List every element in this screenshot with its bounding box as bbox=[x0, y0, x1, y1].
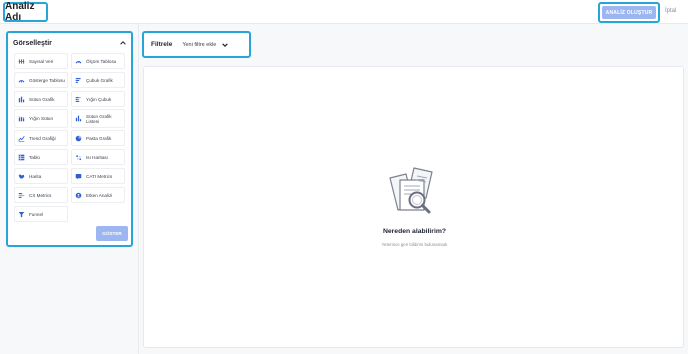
viz-item-driver-analysis[interactable]: Etken Analizi bbox=[71, 187, 125, 203]
dashboard-gauge-icon bbox=[18, 79, 25, 83]
viz-item-bar-chart[interactable]: Çubuk Grafik bbox=[71, 72, 125, 88]
viz-item-pie-chart[interactable]: Pasta Grafik bbox=[71, 130, 125, 146]
filter-label: Filtrele bbox=[151, 41, 173, 48]
create-analysis-button[interactable]: ANALİZ OLUŞTUR bbox=[602, 6, 656, 19]
filter-bar: Filtrele Yeni filtre ekle bbox=[142, 31, 251, 58]
documents-search-icon bbox=[389, 167, 433, 214]
driver-analysis-icon bbox=[75, 192, 82, 198]
viz-item-trend-chart[interactable]: Trend Grafiği bbox=[14, 130, 68, 146]
pie-chart-icon bbox=[75, 135, 82, 141]
viz-item-numeric[interactable]: Sayısal Veri bbox=[14, 53, 68, 69]
analysis-name: Analiz Adı bbox=[5, 1, 35, 23]
cx-icon bbox=[18, 192, 25, 198]
visualize-header[interactable]: Görselleştir bbox=[13, 38, 127, 48]
add-filter-dropdown[interactable]: Yeni filtre ekle bbox=[182, 41, 229, 49]
viz-item-column-list[interactable]: Sütun Grafik Listesi bbox=[71, 109, 125, 128]
stacked-column-icon bbox=[18, 116, 25, 122]
stacked-bar-icon bbox=[75, 96, 81, 102]
visualize-title: Görselleştir bbox=[13, 39, 52, 47]
cati-icon bbox=[75, 173, 82, 179]
show-button[interactable]: GÖSTER bbox=[96, 226, 128, 241]
viz-item-funnel[interactable]: Funnel bbox=[14, 206, 68, 222]
column-chart-icon bbox=[18, 96, 25, 102]
heatmap-icon bbox=[76, 154, 82, 160]
viz-item-stacked-column[interactable]: Yığın Sütun bbox=[14, 109, 68, 128]
empty-state-subtitle: Yeterince geri bildirim bulunamadı bbox=[381, 242, 448, 247]
trend-chart-icon bbox=[18, 135, 25, 142]
map-icon bbox=[18, 173, 25, 179]
viz-item-column-chart[interactable]: Sütun Grafik bbox=[14, 91, 68, 107]
viz-item-table[interactable]: Tablo bbox=[14, 149, 68, 165]
viz-item-stacked-bar[interactable]: Yığın Çubuk bbox=[71, 91, 125, 107]
viz-item-cx-metrics[interactable]: CX Metrics bbox=[14, 187, 68, 203]
visualization-grid: Sayısal Veri Ölçüm Tablosu Gösterge Tabl… bbox=[14, 53, 129, 225]
numeric-icon bbox=[18, 58, 25, 64]
viz-item-cati-metrics[interactable]: CATI Metrics bbox=[71, 168, 125, 184]
bar-chart-icon bbox=[75, 77, 81, 83]
viz-item-map[interactable]: Harita bbox=[14, 168, 68, 184]
chevron-down-icon bbox=[222, 42, 229, 47]
empty-state-title: Nereden alabilirim? bbox=[382, 228, 447, 235]
add-filter-label: Yeni filtre ekle bbox=[182, 41, 217, 48]
top-bar: Analiz Adı ANALİZ OLUŞTUR İptal bbox=[0, 0, 688, 24]
panel-divider bbox=[138, 24, 139, 354]
funnel-icon bbox=[18, 211, 25, 217]
chevron-up-icon[interactable] bbox=[119, 39, 127, 47]
table-icon bbox=[18, 154, 25, 160]
analysis-canvas: Nereden alabilirim? Yeterince geri bildi… bbox=[143, 66, 684, 348]
gauge-icon bbox=[75, 60, 82, 64]
viz-item-gauge-table[interactable]: Ölçüm Tablosu bbox=[71, 53, 125, 69]
viz-item-heatmap[interactable]: Isı Haritası bbox=[71, 149, 125, 165]
analysis-name-field[interactable]: Analiz Adı bbox=[3, 1, 48, 23]
viz-item-dashboard[interactable]: Gösterge Tablosu bbox=[14, 72, 68, 88]
column-list-icon bbox=[75, 115, 82, 122]
create-analysis-button-frame[interactable]: ANALİZ OLUŞTUR bbox=[598, 2, 660, 23]
cancel-link[interactable]: İptal bbox=[665, 8, 676, 14]
visualize-panel: Görselleştir Sayısal Veri Ölçüm Tablosu … bbox=[6, 31, 133, 247]
